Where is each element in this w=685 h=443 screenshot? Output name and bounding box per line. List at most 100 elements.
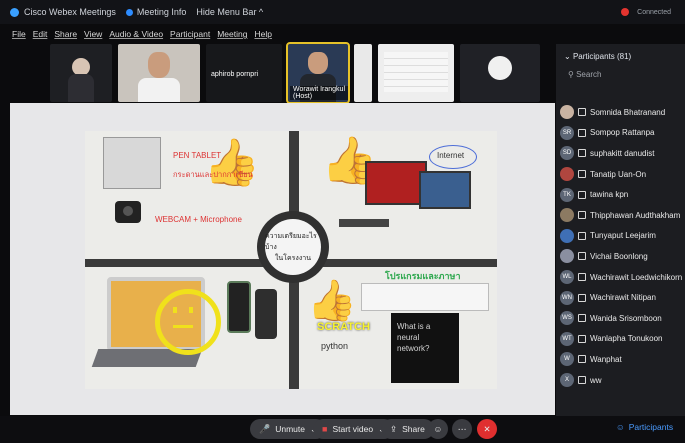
mic-muted-icon xyxy=(578,211,586,220)
mic-muted-icon: 🎤 xyxy=(259,423,271,434)
video-tile-host[interactable]: Worawit Irangkul (Host) xyxy=(286,42,350,104)
neutral-face-icon xyxy=(155,289,221,355)
participant-row[interactable]: Somnida Bhatranand xyxy=(560,102,685,123)
reactions-button[interactable]: ☺ xyxy=(428,419,448,439)
menu-participant[interactable]: Participant xyxy=(170,29,210,39)
participant-row[interactable]: W Wanphat xyxy=(560,349,685,370)
participant-avatar: W xyxy=(560,352,574,367)
participant-row[interactable]: SD suphakitt danudist xyxy=(560,143,685,164)
participant-avatar xyxy=(488,56,512,80)
more-options-button[interactable]: ⋯ xyxy=(452,419,472,439)
video-strip: aphirob pornpri Worawit Irangkul (Host) xyxy=(50,42,555,104)
participant-row[interactable]: Thipphawan Audthakham xyxy=(560,205,685,226)
participants-tab-label: Participants xyxy=(628,422,674,432)
participant-avatar: WT xyxy=(560,331,574,346)
video-tile[interactable] xyxy=(378,44,454,102)
participant-row[interactable]: WS Wanida Srisomboon xyxy=(560,308,685,329)
menu-view[interactable]: View xyxy=(84,29,102,39)
video-tile[interactable] xyxy=(118,44,200,102)
menu-help[interactable]: Help xyxy=(254,29,271,39)
participant-name: Wanlapha Tonukoon xyxy=(590,334,663,344)
mic-muted-icon xyxy=(578,170,586,179)
info-icon xyxy=(125,8,133,16)
participant-avatar: SD xyxy=(560,146,574,161)
face-mouth xyxy=(173,325,193,328)
video-tile[interactable] xyxy=(50,44,112,102)
participant-body xyxy=(68,74,94,102)
mic-muted-icon xyxy=(578,273,586,282)
share-button[interactable]: ⇪ Share xyxy=(381,419,434,439)
shared-screen: 👍 PEN TABLET กระดานและปากกาเขียน WEBCAM … xyxy=(10,103,555,415)
participant-avatar xyxy=(560,228,574,243)
more-icon: ⋯ xyxy=(457,423,467,434)
participant-name: Wanida Srisomboon xyxy=(590,313,662,323)
participants-panel: ⌄ Participants (81) ⚲ Search Somnida Bha… xyxy=(556,44,685,416)
participants-tab-button[interactable]: ☺ Participants xyxy=(616,422,673,432)
neural-network-text: What is a neural network? xyxy=(397,322,431,353)
connection-status-label: Connected xyxy=(637,8,671,16)
participants-title: ⌄ Participants (81) xyxy=(556,44,685,61)
router-image xyxy=(339,219,389,227)
video-tile[interactable] xyxy=(354,44,372,102)
menu-bar: File Edit Share View Audio & Video Parti… xyxy=(0,26,572,42)
participant-avatar xyxy=(560,208,574,223)
center-text-line2: ในโครงงาน xyxy=(275,254,311,262)
participant-avatar: SR xyxy=(560,125,574,140)
connection-status: Connected xyxy=(621,8,671,16)
laptop-image xyxy=(419,171,471,209)
title-bar: Cisco Webex Meetings Meeting Info Hide M… xyxy=(0,0,685,24)
close-icon: ✕ xyxy=(483,423,491,434)
mic-muted-icon xyxy=(578,355,586,364)
meeting-info-button[interactable]: Meeting Info xyxy=(125,7,186,17)
participant-name: tawina kpn xyxy=(590,190,629,200)
participant-row[interactable]: TK tawina kpn xyxy=(560,184,685,205)
participant-row[interactable]: Vichai Boonlong xyxy=(560,246,685,267)
webcam-lens-icon xyxy=(123,206,133,216)
participant-face xyxy=(148,52,170,78)
video-tile[interactable] xyxy=(460,44,540,102)
participants-search[interactable]: ⚲ Search xyxy=(556,61,685,79)
participant-face xyxy=(308,52,328,74)
participant-row[interactable]: WN Wachirawit Nitipan xyxy=(560,287,685,308)
pen-tablet-image xyxy=(103,137,161,189)
menu-file[interactable]: File xyxy=(12,29,26,39)
mic-muted-icon xyxy=(578,108,586,117)
participant-row[interactable]: Tunyaput Leejarim xyxy=(560,226,685,247)
participant-name: Vichai Boonlong xyxy=(590,251,648,261)
leave-meeting-button[interactable]: ✕ xyxy=(477,419,497,439)
slide-quadrant-internet: 👍 Internet xyxy=(299,131,497,259)
participant-row[interactable]: SR Sompop Rattanpa xyxy=(560,123,685,144)
participant-row[interactable]: WT Wanlapha Tonukoon xyxy=(560,329,685,350)
menu-meeting[interactable]: Meeting xyxy=(217,29,247,39)
mic-muted-icon xyxy=(578,293,586,302)
participant-body xyxy=(138,78,180,102)
collapse-chevron-icon[interactable]: ⌄ xyxy=(564,52,571,61)
video-tile-name: Worawit Irangkul (Host) xyxy=(290,86,348,100)
hide-menu-bar-button[interactable]: Hide Menu Bar ^ xyxy=(196,7,263,17)
share-label: Share xyxy=(402,424,425,434)
mic-muted-icon xyxy=(578,190,586,199)
phone-image xyxy=(255,289,277,339)
participant-row[interactable]: WL Wachirawit Loedwichikorn xyxy=(560,267,685,288)
app-title: Cisco Webex Meetings xyxy=(24,7,116,17)
mic-muted-icon xyxy=(578,149,586,158)
participant-avatar: X xyxy=(560,373,574,388)
meeting-controls: 🎤 Unmute ⌄ ■ Start video ⌄ ⇪ Share ☺ ⋯ ✕… xyxy=(0,416,685,443)
face-eye xyxy=(189,307,193,313)
participant-row[interactable]: Tanatip Uan-On xyxy=(560,164,685,185)
participant-name: Thipphawan Audthakham xyxy=(590,210,681,220)
participant-avatar: WL xyxy=(560,270,574,285)
menu-share[interactable]: Share xyxy=(54,29,77,39)
smiley-icon: ☺ xyxy=(433,424,443,434)
start-video-label: Start video xyxy=(332,424,374,434)
mic-muted-icon xyxy=(578,376,586,385)
participant-name: Somnida Bhatranand xyxy=(590,107,666,117)
menu-edit[interactable]: Edit xyxy=(33,29,48,39)
video-tile[interactable]: aphirob pornpri xyxy=(206,44,282,102)
participant-row[interactable]: Xww xyxy=(560,370,685,391)
neural-network-image: What is a neural network? xyxy=(391,313,459,383)
slide-quadrant-devices xyxy=(85,267,289,389)
search-placeholder: Search xyxy=(576,70,602,79)
menu-audio-video[interactable]: Audio & Video xyxy=(109,29,163,39)
participant-name: ww xyxy=(590,375,602,385)
